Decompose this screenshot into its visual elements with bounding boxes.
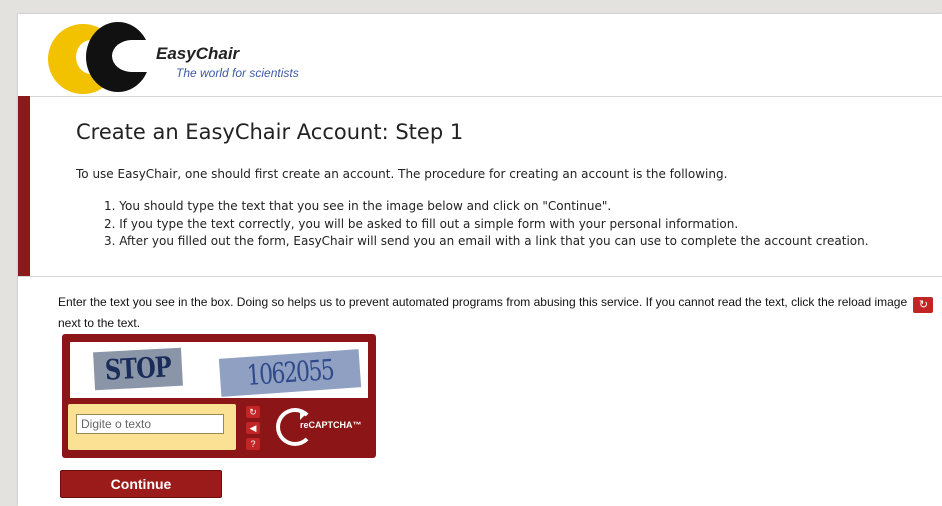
help-icon[interactable]: ? <box>246 438 260 450</box>
recaptcha-label: reCAPTCHA™ <box>300 420 362 430</box>
easychair-logo[interactable]: EasyChair The world for scientists <box>48 22 348 94</box>
instruction-text: Enter the text you see in the box. Doing… <box>58 295 908 309</box>
accent-bar <box>18 96 30 276</box>
intro-text: To use EasyChair, one should first creat… <box>76 167 728 181</box>
reload-icon[interactable]: ↻ <box>246 406 260 418</box>
brand-tagline: The world for scientists <box>176 66 299 80</box>
brand-name: EasyChair <box>156 44 240 63</box>
steps-list: 1. You should type the text that you see… <box>104 198 869 251</box>
logo-c-shape <box>86 22 152 92</box>
captcha-answer-area <box>68 404 236 450</box>
captcha-instructions: Enter the text you see in the box. Doing… <box>58 292 938 333</box>
recaptcha-widget: STOP 1062055 ↻ ◀ ? reCAPTCHA™ <box>62 334 376 458</box>
step-item: 2. If you type the text correctly, you w… <box>104 216 739 231</box>
continue-button[interactable]: Continue <box>60 470 222 498</box>
recaptcha-logo: reCAPTCHA™ <box>276 404 372 450</box>
intro-section: Create an EasyChair Account: Step 1 To u… <box>18 96 942 277</box>
page-title: Create an EasyChair Account: Step 1 <box>76 120 464 144</box>
captcha-word-1: STOP <box>93 347 183 391</box>
captcha-image: STOP 1062055 <box>70 342 368 398</box>
step-item: 3. After you filled out the form, EasyCh… <box>104 234 869 248</box>
captcha-input[interactable] <box>76 414 224 434</box>
easychair-page: EasyChair The world for scientists Creat… <box>18 14 942 506</box>
audio-icon[interactable]: ◀ <box>246 422 260 434</box>
reload-icon-inline: ↻ <box>913 297 934 313</box>
captcha-word-2: 1062055 <box>218 349 362 397</box>
header: EasyChair The world for scientists <box>18 14 942 97</box>
step-item: 1. You should type the text that you see… <box>104 199 612 213</box>
instruction-text-end: next to the text. <box>58 316 141 330</box>
